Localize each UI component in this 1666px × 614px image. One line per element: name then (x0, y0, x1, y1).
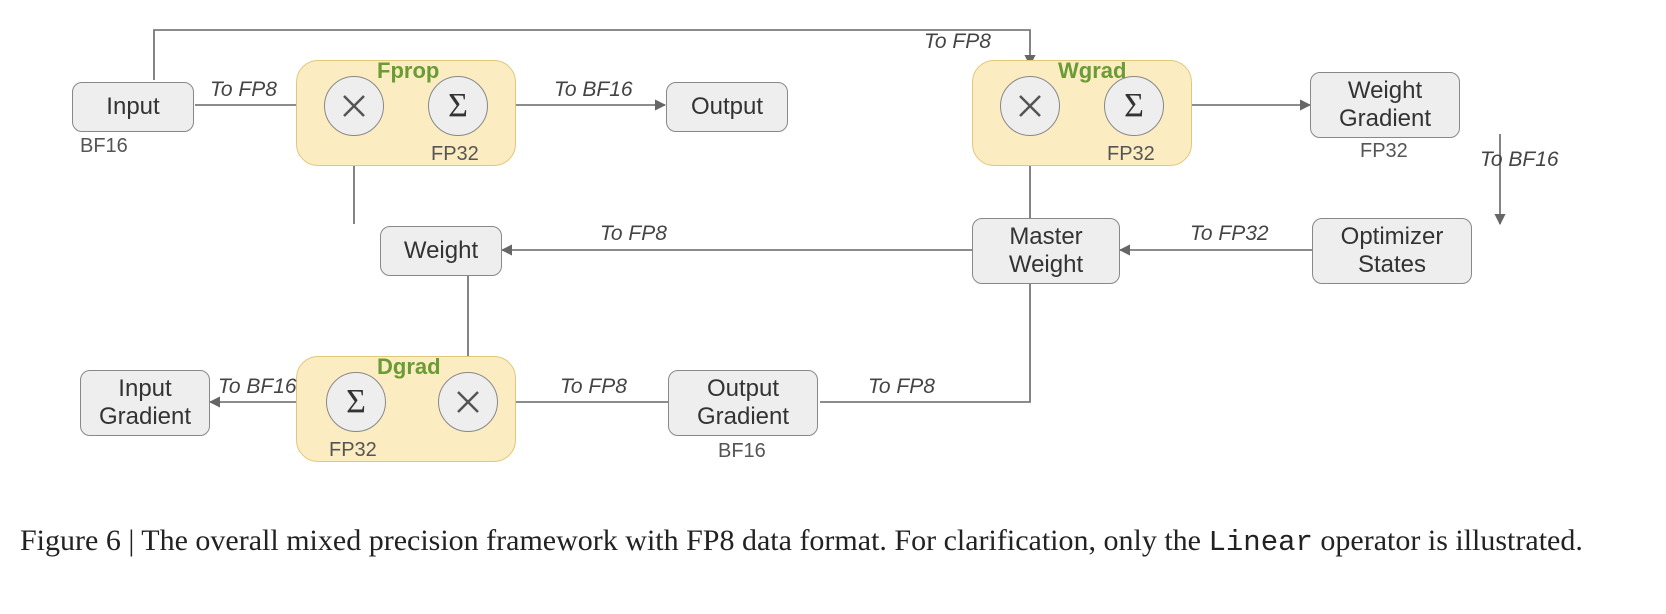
op-wgrad-accum-dtype: FP32 (1107, 143, 1155, 166)
node-optimizer-states: Optimizer States (1312, 218, 1472, 284)
label-dgrad-ingrad: To BF16 (218, 375, 297, 399)
label-outgrad-dgrad: To FP8 (560, 375, 627, 399)
node-output-gradient: Output Gradient (668, 370, 818, 436)
label-input-fprop: To FP8 (210, 78, 277, 102)
dtype-weight-gradient: FP32 (1360, 140, 1408, 163)
dgrad-multiply-icon (438, 372, 498, 432)
caption-code: Linear (1209, 526, 1313, 559)
label-opt-master: To FP32 (1190, 222, 1269, 246)
op-fprop-title: Fprop (377, 58, 439, 84)
wgrad-sum-icon: Σ (1104, 76, 1164, 136)
node-output: Output (666, 82, 788, 132)
op-fprop-accum-dtype: FP32 (431, 143, 479, 166)
op-wgrad-title: Wgrad (1058, 58, 1126, 84)
label-master-weight: To FP8 (600, 222, 667, 246)
node-input-gradient: Input Gradient (80, 370, 210, 436)
label-weightgrad-opt: To BF16 (1480, 148, 1559, 172)
dgrad-sum-icon: Σ (326, 372, 386, 432)
fprop-multiply-icon (324, 76, 384, 136)
node-weight: Weight (380, 226, 502, 276)
dtype-input: BF16 (80, 135, 128, 158)
node-master-weight: Master Weight (972, 218, 1120, 284)
dtype-output-gradient: BF16 (718, 440, 766, 463)
label-fprop-output: To BF16 (554, 78, 633, 102)
figure-caption: Figure 6 | The overall mixed precision f… (20, 520, 1636, 564)
wgrad-multiply-icon (1000, 76, 1060, 136)
edge-input-wgrad (154, 30, 1030, 80)
caption-suffix: operator is illustrated. (1313, 524, 1583, 557)
diagram-stage: Fprop FP32 Wgrad FP32 Dgrad FP32 Σ Σ Σ I… (0, 0, 1666, 614)
op-dgrad-accum-dtype: FP32 (329, 439, 377, 462)
fprop-sum-icon: Σ (428, 76, 488, 136)
node-weight-gradient: Weight Gradient (1310, 72, 1460, 138)
label-outgrad-wgrad: To FP8 (868, 375, 935, 399)
node-input: Input (72, 82, 194, 132)
op-dgrad-title: Dgrad (377, 354, 441, 380)
caption-prefix: Figure 6 | The overall mixed precision f… (20, 524, 1209, 557)
label-input-wgrad: To FP8 (924, 30, 991, 54)
